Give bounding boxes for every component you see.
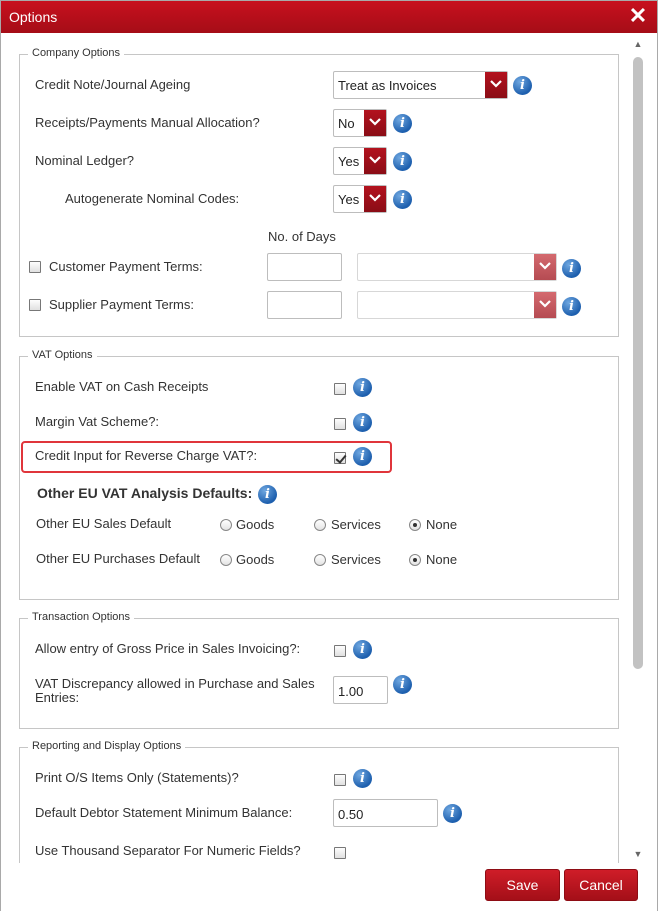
eu-purchases-goods-label: Goods [236,552,275,567]
chevron-down-icon [364,186,386,212]
info-icon[interactable]: i [562,297,581,316]
chevron-down-icon [534,254,556,280]
days-header: No. of Days [268,229,336,244]
supplier-terms-select[interactable] [357,291,557,319]
credit-note-label: Credit Note/Journal Ageing [35,77,191,92]
os-items-checkbox[interactable] [334,774,346,786]
receipts-allocation-select[interactable]: No [333,109,387,137]
info-icon[interactable]: i [393,114,412,133]
info-icon[interactable]: i [393,675,412,694]
company-options-group: Company Options Credit Note/Journal Agei… [19,47,619,337]
eu-sales-none-radio[interactable] [409,519,421,531]
scroll-thumb[interactable] [633,57,643,669]
gross-price-label: Allow entry of Gross Price in Sales Invo… [35,641,301,656]
vat-cash-receipts-checkbox[interactable] [334,383,346,395]
eu-sales-goods-radio[interactable] [220,519,232,531]
gross-price-checkbox[interactable] [334,645,346,657]
receipts-allocation-label: Receipts/Payments Manual Allocation? [35,115,260,130]
scroll-up-icon[interactable]: ▲ [633,39,643,49]
eu-purchases-none-radio[interactable] [409,554,421,566]
margin-vat-checkbox[interactable] [334,418,346,430]
customer-terms-label: Customer Payment Terms: [49,259,203,274]
vat-discrepancy-label: VAT Discrepancy allowed in Purchase and … [35,676,315,691]
min-balance-input[interactable]: 0.50 [333,799,438,827]
eu-sales-services-label: Services [331,517,381,532]
vertical-scrollbar[interactable]: ▲ ▼ [629,37,647,863]
supplier-terms-label: Supplier Payment Terms: [49,297,194,312]
os-items-label: Print O/S Items Only (Statements)? [35,770,239,785]
credit-note-select[interactable]: Treat as Invoices [333,71,508,99]
chevron-down-icon [534,292,556,318]
dialog-footer: Save Cancel [1,863,657,911]
nominal-ledger-value: Yes [338,154,360,169]
thousand-separator-label: Use Thousand Separator For Numeric Field… [35,843,301,858]
vat-options-group: VAT Options Enable VAT on Cash Receipts … [19,349,619,600]
info-icon[interactable]: i [353,413,372,432]
eu-vat-header: Other EU VAT Analysis Defaults: [37,485,253,501]
info-icon[interactable]: i [258,485,277,504]
autogenerate-codes-select[interactable]: Yes [333,185,387,213]
save-button[interactable]: Save [485,869,560,901]
eu-sales-goods-label: Goods [236,517,275,532]
info-icon[interactable]: i [393,190,412,209]
credit-note-value: Treat as Invoices [338,78,437,93]
chevron-down-icon [485,72,507,98]
vat-discrepancy-input[interactable]: 1.00 [333,676,388,704]
info-icon[interactable]: i [443,804,462,823]
options-content: Company Options Credit Note/Journal Agei… [1,33,627,863]
transaction-options-group: Transaction Options Allow entry of Gross… [19,611,619,729]
reverse-charge-highlight [21,441,392,473]
title-bar: Options ✕ [1,1,657,33]
eu-sales-services-radio[interactable] [314,519,326,531]
autogenerate-codes-label: Autogenerate Nominal Codes: [65,191,240,206]
eu-sales-none-label: None [426,517,458,532]
customer-terms-select[interactable] [357,253,557,281]
eu-sales-label: Other EU Sales Default [36,516,172,531]
close-icon[interactable]: ✕ [627,5,649,27]
options-dialog: Options ✕ Company Options Credit Note/Jo… [0,0,658,911]
info-icon[interactable]: i [353,769,372,788]
info-icon[interactable]: i [353,378,372,397]
receipts-allocation-value: No [338,116,355,131]
company-options-legend: Company Options [28,47,125,59]
autogenerate-codes-value: Yes [338,192,360,207]
eu-purchases-label: Other EU Purchases Default [36,551,201,566]
nominal-ledger-label: Nominal Ledger? [35,153,135,168]
chevron-down-icon [364,148,386,174]
dialog-title: Options [9,9,58,25]
nominal-ledger-select[interactable]: Yes [333,147,387,175]
customer-days-input[interactable] [267,253,342,281]
vat-discrepancy-label-cont: Entries: [35,690,80,705]
eu-purchases-none-label: None [426,552,458,567]
min-balance-label: Default Debtor Statement Minimum Balance… [35,805,293,820]
supplier-days-input[interactable] [267,291,342,319]
info-icon[interactable]: i [393,152,412,171]
vat-options-legend: VAT Options [28,349,97,361]
info-icon[interactable]: i [353,640,372,659]
margin-vat-label: Margin Vat Scheme?: [35,414,160,429]
customer-terms-checkbox[interactable] [29,261,41,273]
min-balance-value: 0.50 [338,807,364,822]
scroll-down-icon[interactable]: ▼ [633,849,643,859]
transaction-options-legend: Transaction Options [28,611,135,623]
eu-purchases-goods-radio[interactable] [220,554,232,566]
thousand-separator-checkbox[interactable] [334,847,346,859]
vat-discrepancy-value: 1.00 [338,684,364,699]
vat-cash-receipts-label: Enable VAT on Cash Receipts [35,379,209,394]
info-icon[interactable]: i [562,259,581,278]
cancel-button[interactable]: Cancel [564,869,638,901]
eu-purchases-services-label: Services [331,552,381,567]
reporting-options-group: Reporting and Display Options Print O/S … [19,740,619,863]
eu-purchases-services-radio[interactable] [314,554,326,566]
chevron-down-icon [364,110,386,136]
reporting-options-legend: Reporting and Display Options [28,740,186,752]
info-icon[interactable]: i [513,76,532,95]
supplier-terms-checkbox[interactable] [29,299,41,311]
